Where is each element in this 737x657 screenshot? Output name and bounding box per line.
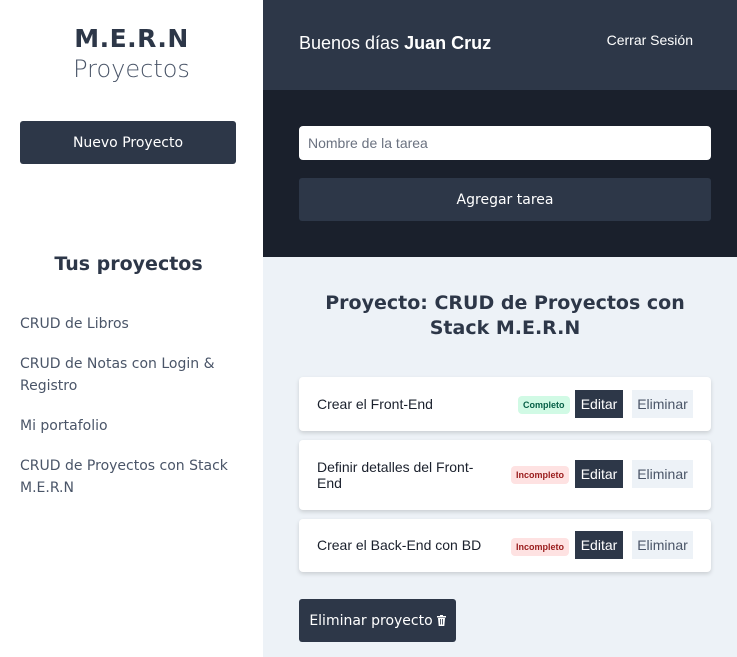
project-list: CRUD de Libros CRUD de Notas con Login &… [20,313,250,517]
status-badge[interactable]: Completo [518,396,570,414]
logo-title: M.E.R.N [74,24,189,53]
header: Buenos días Juan Cruz Cerrar Sesión [263,0,737,90]
project-list-item[interactable]: CRUD de Notas con Login & Registro [20,353,250,397]
user-name: Juan Cruz [404,33,492,53]
project-list-item[interactable]: CRUD de Libros [20,313,250,335]
project-title: Proyecto: CRUD de Proyectos con Stack M.… [325,292,685,339]
task-form: Agregar tarea [263,90,737,257]
trash-icon [436,615,446,626]
delete-project-label: Eliminar proyecto [309,612,433,629]
status-badge[interactable]: Incompleto [511,466,570,484]
task-name-input[interactable] [299,126,711,160]
add-task-button[interactable]: Agregar tarea [299,178,711,221]
status-badge[interactable]: Incompleto [511,538,570,556]
logout-button[interactable]: Cerrar Sesión [607,32,693,48]
delete-task-button[interactable]: Eliminar [632,531,693,559]
edit-task-button[interactable]: Editar [575,460,623,488]
logo: M.E.R.N Proyectos [0,24,263,84]
sidebar: M.E.R.N Proyectos Nuevo Proyecto Tus pro… [0,0,263,657]
task-name: Definir detalles del Front-End [317,459,474,491]
task-name: Crear el Front-End [317,396,433,412]
task-name: Crear el Back-End con BD [317,537,482,553]
logo-subtitle: Proyectos [73,55,190,83]
edit-task-button[interactable]: Editar [575,390,623,418]
project-list-item[interactable]: Mi portafolio [20,415,250,437]
greeting: Buenos días Juan Cruz [299,33,491,54]
delete-project-button[interactable]: Eliminar proyecto [299,599,456,642]
greeting-prefix: Buenos días [299,33,400,53]
task-card: Crear el Back-End con BD Incompleto Edit… [299,519,711,572]
new-project-button[interactable]: Nuevo Proyecto [20,121,236,164]
delete-task-button[interactable]: Eliminar [632,460,693,488]
projects-heading: Tus proyectos [54,253,203,275]
delete-task-button[interactable]: Eliminar [632,390,693,418]
task-card: Crear el Front-End Completo Editar Elimi… [299,377,711,431]
edit-task-button[interactable]: Editar [575,531,623,559]
task-card: Definir detalles del Front-End Incomplet… [299,440,711,510]
project-list-item[interactable]: CRUD de Proyectos con Stack M.E.R.N [20,455,250,499]
